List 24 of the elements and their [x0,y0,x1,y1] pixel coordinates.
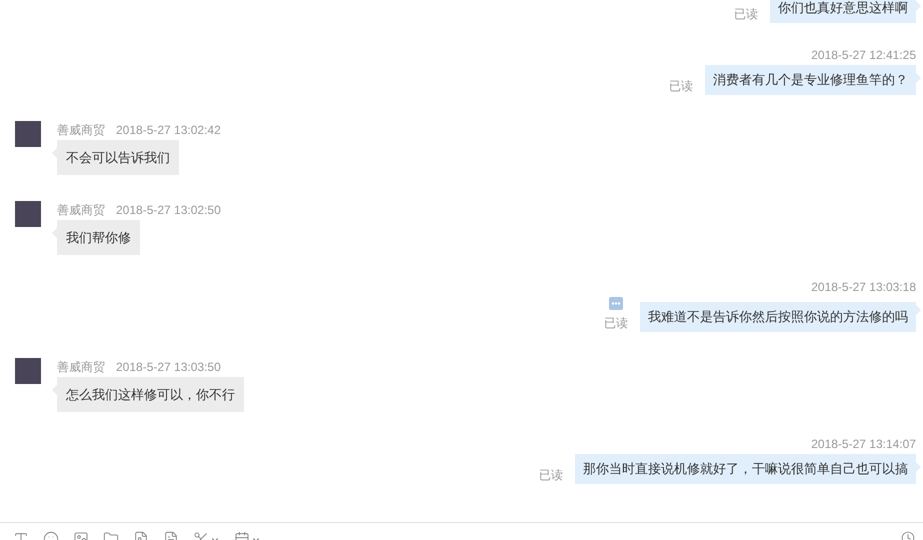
read-status: 已读 [604,316,628,330]
bubble-tail [916,1,921,11]
message-time: 2018-5-27 12:41:25 [811,48,916,62]
message-time: 2018-5-27 13:02:42 [116,123,221,137]
message-time: 2018-5-27 13:02:50 [116,203,221,217]
received-message-bubble: 不会可以告诉我们 [57,140,179,175]
bubble-tail [916,305,921,315]
message-time: 2018-5-27 13:03:50 [116,360,221,374]
bubble-tail [916,73,921,83]
sent-message-bubble: 消费者有几个是专业修理鱼竿的？ [705,65,916,95]
sent-message-bubble: 我难道不是告诉你然后按照你说的方法修的吗 [640,302,916,332]
message-time: 2018-5-27 13:14:07 [811,437,916,451]
received-message-bubble: 怎么我们这样修可以，你不行 [57,377,244,412]
read-status: 已读 [734,7,758,21]
message-time: 2018-5-27 13:03:18 [811,280,916,294]
sent-message-bubble: 你们也真好意思这样啊 [770,0,916,23]
sender-name: 善威商贸 [57,360,105,374]
sender-name: 善威商贸 [57,123,105,137]
received-message-bubble: 我们帮你修 [57,220,140,255]
read-status: 已读 [669,79,693,93]
sent-message-bubble: 那你当时直接说机修就好了，干嘛说很简单自己也可以搞 [575,454,916,484]
bubble-tail [916,462,921,472]
read-status: 已读 [539,468,563,482]
sender-name: 善威商贸 [57,203,105,217]
